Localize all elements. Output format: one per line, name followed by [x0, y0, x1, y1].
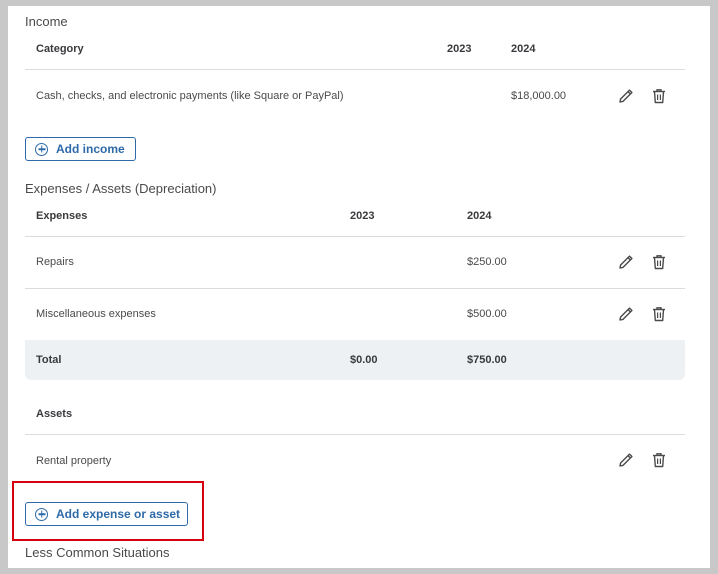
- expense-row-2024: $500.00: [467, 308, 507, 320]
- schedule-e-panel: Income Category 2023 2024 Cash, checks, …: [8, 6, 710, 568]
- trash-icon[interactable]: [650, 87, 668, 105]
- income-row-2024: $18,000.00: [511, 90, 567, 102]
- assets-header: Assets: [36, 408, 73, 420]
- less-common-situations-title: Less Common Situations: [25, 545, 170, 560]
- income-header-2023: 2023: [447, 43, 472, 55]
- pencil-icon[interactable]: [617, 305, 635, 323]
- divider: [25, 288, 685, 289]
- divider: [25, 69, 685, 70]
- add-income-label: Add income: [56, 142, 125, 156]
- income-header-2024: 2024: [511, 43, 536, 55]
- expenses-header-2024: 2024: [467, 210, 492, 222]
- trash-icon[interactable]: [650, 451, 668, 469]
- expenses-header-category: Expenses: [36, 210, 88, 222]
- plus-circle-icon: [35, 142, 48, 156]
- pencil-icon[interactable]: [617, 253, 635, 271]
- expenses-total-2023: $0.00: [350, 354, 378, 366]
- pencil-icon[interactable]: [617, 451, 635, 469]
- add-expense-or-asset-label: Add expense or asset: [56, 507, 181, 521]
- add-expense-or-asset-button[interactable]: Add expense or asset: [25, 502, 188, 526]
- add-income-button[interactable]: Add income: [25, 137, 136, 161]
- asset-row-label: Rental property: [36, 455, 112, 467]
- income-header-category: Category: [36, 43, 84, 55]
- trash-icon[interactable]: [650, 305, 668, 323]
- income-row-label: Cash, checks, and electronic payments (l…: [36, 90, 344, 102]
- income-section-title: Income: [25, 14, 68, 29]
- plus-circle-icon: [35, 507, 48, 521]
- divider: [25, 236, 685, 237]
- expenses-header-2023: 2023: [350, 210, 375, 222]
- expenses-section-title: Expenses / Assets (Depreciation): [25, 181, 217, 196]
- expense-row-2024: $250.00: [467, 256, 507, 268]
- expense-row-label: Repairs: [36, 256, 74, 268]
- pencil-icon[interactable]: [617, 87, 635, 105]
- trash-icon[interactable]: [650, 253, 668, 271]
- divider: [25, 434, 685, 435]
- expense-row-label: Miscellaneous expenses: [36, 308, 156, 320]
- expenses-total-label: Total: [36, 354, 62, 366]
- expenses-total-2024: $750.00: [467, 354, 507, 366]
